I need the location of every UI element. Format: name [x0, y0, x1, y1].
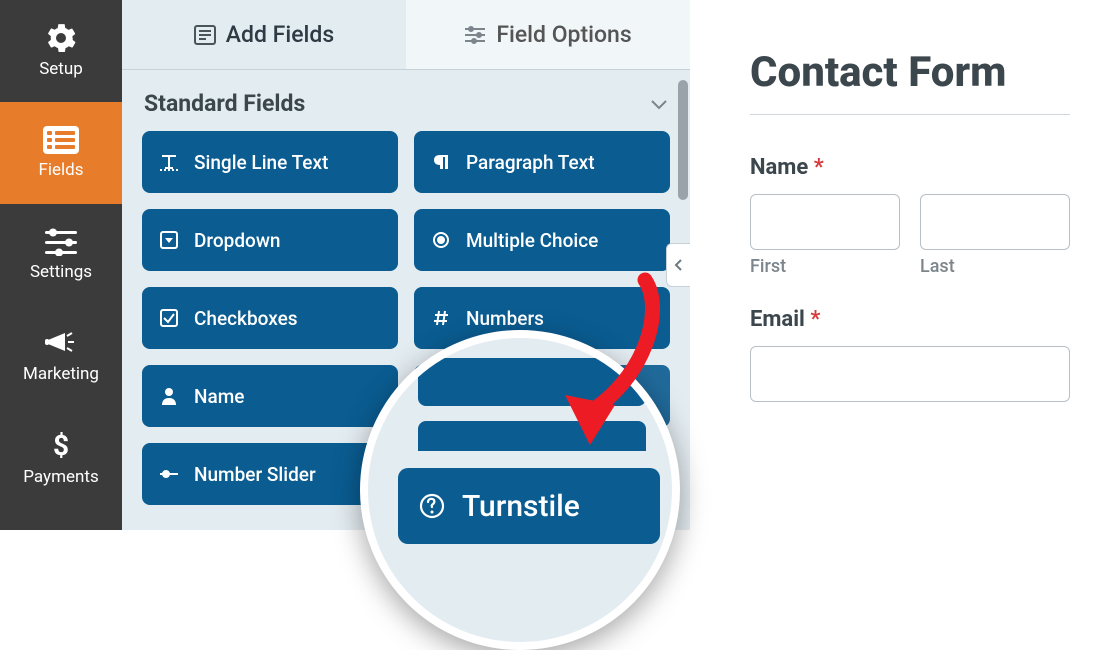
first-name-input[interactable] — [750, 194, 900, 250]
sliders-h-icon — [464, 26, 486, 44]
field-label: Numbers — [466, 307, 544, 330]
panel-tabs: Add Fields Field Options — [122, 0, 690, 70]
field-checkboxes[interactable]: Checkboxes — [142, 287, 398, 349]
last-name-input[interactable] — [920, 194, 1070, 250]
sidebar-item-payments[interactable]: $ Payments — [0, 408, 122, 510]
name-label: Name * — [750, 155, 1070, 180]
tab-label: Field Options — [496, 21, 631, 48]
fields-grid: Single Line Text Paragraph Text Dropdown… — [140, 131, 672, 525]
dropdown-icon — [158, 229, 180, 251]
megaphone-icon — [45, 330, 77, 358]
sidebar: Setup Fields Settings Marketing $ Paymen… — [0, 0, 122, 530]
radio-icon — [430, 229, 452, 251]
sidebar-item-label: Setup — [39, 59, 83, 79]
field-single-line-text[interactable]: Single Line Text — [142, 131, 398, 193]
sidebar-item-label: Payments — [23, 467, 98, 487]
slider-icon — [158, 463, 180, 485]
sidebar-item-marketing[interactable]: Marketing — [0, 306, 122, 408]
field-label: Name — [194, 385, 244, 408]
field-label: Paragraph Text — [466, 151, 595, 174]
hash-icon — [430, 307, 452, 329]
collapse-panel-button[interactable] — [666, 243, 690, 287]
sidebar-item-setup[interactable]: Setup — [0, 0, 122, 102]
required-marker: * — [810, 307, 820, 332]
sidebar-item-fields[interactable]: Fields — [0, 102, 122, 204]
field-label: Single Line Text — [194, 151, 328, 174]
sidebar-item-label: Marketing — [23, 364, 99, 384]
form-icon — [194, 25, 216, 45]
field-label: Checkboxes — [194, 307, 298, 330]
sliders-icon — [45, 228, 77, 256]
field-number-slider[interactable]: Number Slider — [142, 443, 398, 505]
field-name[interactable]: Name — [142, 365, 398, 427]
section-standard-fields: Standard Fields Single Line Text Paragra… — [122, 70, 690, 525]
field-preview-email: Email * — [750, 307, 1070, 402]
paragraph-icon — [430, 151, 452, 173]
fields-panel: Add Fields Field Options Standard Fields… — [122, 0, 690, 530]
field-hidden-under-magnifier[interactable] — [414, 365, 670, 427]
svg-text:$: $ — [53, 431, 69, 461]
last-sublabel: Last — [920, 256, 1070, 277]
gear-icon — [46, 23, 76, 53]
field-numbers[interactable]: Numbers — [414, 287, 670, 349]
field-label: Multiple Choice — [466, 229, 598, 252]
scrollbar[interactable] — [678, 80, 688, 200]
first-sublabel: First — [750, 256, 900, 277]
email-input[interactable] — [750, 346, 1070, 402]
field-multiple-choice[interactable]: Multiple Choice — [414, 209, 670, 271]
sidebar-item-label: Fields — [38, 160, 83, 180]
person-icon — [158, 385, 180, 407]
sidebar-item-settings[interactable]: Settings — [0, 204, 122, 306]
tab-add-fields[interactable]: Add Fields — [122, 0, 406, 69]
field-preview-name: Name * First Last — [750, 155, 1070, 277]
field-paragraph-text[interactable]: Paragraph Text — [414, 131, 670, 193]
field-dropdown[interactable]: Dropdown — [142, 209, 398, 271]
tab-field-options[interactable]: Field Options — [406, 0, 690, 69]
page-title: Contact Form — [750, 50, 1070, 115]
sidebar-item-label: Settings — [30, 262, 92, 282]
dollar-icon: $ — [50, 431, 72, 461]
section-header[interactable]: Standard Fields — [140, 82, 672, 131]
checkbox-icon — [158, 307, 180, 329]
form-preview: Contact Form Name * First Last Email * — [690, 0, 1116, 530]
list-icon — [43, 126, 79, 154]
required-marker: * — [814, 155, 824, 180]
text-icon — [158, 151, 180, 173]
field-label: Dropdown — [194, 229, 281, 252]
section-title: Standard Fields — [144, 90, 305, 117]
chevron-down-icon — [650, 98, 668, 110]
placeholder-icon — [430, 385, 452, 407]
field-label: Number Slider — [194, 463, 316, 486]
email-label: Email * — [750, 307, 1070, 332]
tab-label: Add Fields — [226, 21, 334, 48]
